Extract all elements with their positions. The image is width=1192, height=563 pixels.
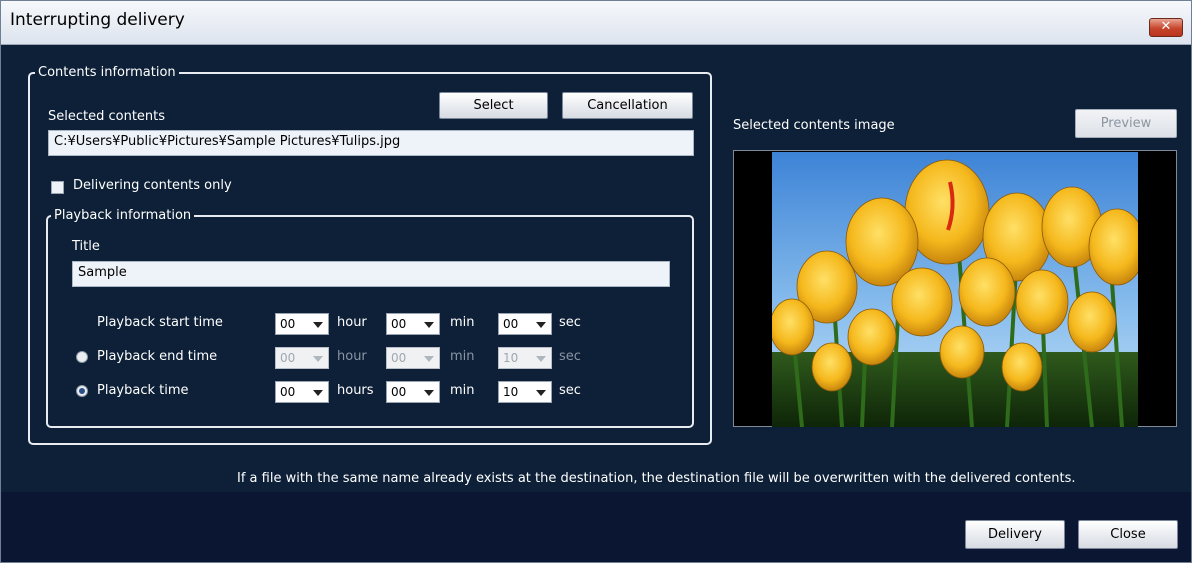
end-hour-unit: hour xyxy=(337,349,367,364)
chevron-down-icon xyxy=(536,356,546,362)
title-field[interactable]: Sample xyxy=(72,261,670,287)
dialog-window: Interrupting delivery ✕ Contents informa… xyxy=(0,0,1192,563)
time-sec-unit: sec xyxy=(559,383,581,398)
time-hour-unit: hours xyxy=(337,383,374,398)
contents-information-group: Contents information Selected contents S… xyxy=(28,65,712,445)
start-hour-select[interactable]: 00 xyxy=(275,313,329,335)
time-min-select[interactable]: 00 xyxy=(386,381,440,403)
time-hour-value: 00 xyxy=(280,385,296,399)
chevron-down-icon xyxy=(313,322,323,328)
time-min-value: 00 xyxy=(391,385,407,399)
title-label: Title xyxy=(72,239,100,254)
chevron-down-icon xyxy=(424,356,434,362)
time-hour-select[interactable]: 00 xyxy=(275,381,329,403)
start-min-unit: min xyxy=(450,315,475,330)
close-window-button[interactable]: ✕ xyxy=(1149,18,1183,37)
contents-information-legend: Contents information xyxy=(35,65,179,80)
end-sec-unit: sec xyxy=(559,349,581,364)
end-hour-value: 00 xyxy=(280,351,296,365)
time-sec-select[interactable]: 10 xyxy=(498,381,552,403)
end-min-value: 00 xyxy=(391,351,407,365)
playback-end-time-label: Playback end time xyxy=(97,349,218,364)
tulips-image xyxy=(772,152,1138,427)
start-sec-unit: sec xyxy=(559,315,581,330)
chevron-down-icon xyxy=(424,322,434,328)
playback-start-time-label: Playback start time xyxy=(97,315,223,330)
end-hour-select[interactable]: 00 xyxy=(275,347,329,369)
end-sec-select[interactable]: 10 xyxy=(498,347,552,369)
title-bar[interactable]: Interrupting delivery ✕ xyxy=(1,1,1191,45)
time-min-unit: min xyxy=(450,383,475,398)
start-sec-value: 00 xyxy=(503,317,519,331)
end-min-select[interactable]: 00 xyxy=(386,347,440,369)
selected-contents-label: Selected contents xyxy=(48,109,166,124)
playback-time-radio[interactable] xyxy=(76,385,88,397)
start-hour-value: 00 xyxy=(280,317,296,331)
chevron-down-icon xyxy=(313,356,323,362)
chevron-down-icon xyxy=(536,322,546,328)
start-hour-unit: hour xyxy=(337,315,367,330)
end-min-unit: min xyxy=(450,349,475,364)
time-sec-value: 10 xyxy=(503,385,519,399)
overwrite-notice: If a file with the same name already exi… xyxy=(237,471,1076,486)
delivering-contents-only-checkbox[interactable] xyxy=(51,181,64,194)
dialog-footer: Delivery Close xyxy=(1,492,1191,562)
delivery-button[interactable]: Delivery xyxy=(965,520,1065,549)
selected-contents-image xyxy=(733,150,1177,427)
start-min-value: 00 xyxy=(391,317,407,331)
select-button[interactable]: Select xyxy=(439,92,548,119)
chevron-down-icon xyxy=(424,390,434,396)
chevron-down-icon xyxy=(536,390,546,396)
window-title: Interrupting delivery xyxy=(10,10,185,30)
start-min-select[interactable]: 00 xyxy=(386,313,440,335)
dialog-content: Contents information Selected contents S… xyxy=(1,46,1191,496)
playback-time-label: Playback time xyxy=(97,383,189,398)
selected-contents-path-field[interactable]: C:¥Users¥Public¥Pictures¥Sample Pictures… xyxy=(48,130,694,156)
cancellation-button[interactable]: Cancellation xyxy=(562,92,693,119)
selected-contents-image-label: Selected contents image xyxy=(733,118,895,133)
playback-information-legend: Playback information xyxy=(51,208,195,223)
preview-button[interactable]: Preview xyxy=(1075,109,1177,138)
playback-end-time-radio[interactable] xyxy=(76,351,88,363)
chevron-down-icon xyxy=(313,390,323,396)
start-sec-select[interactable]: 00 xyxy=(498,313,552,335)
delivering-contents-only-label: Delivering contents only xyxy=(73,178,232,193)
playback-information-group: Playback information Title Sample Playba… xyxy=(46,208,694,428)
end-sec-value: 10 xyxy=(503,351,519,365)
close-button[interactable]: Close xyxy=(1078,520,1178,549)
